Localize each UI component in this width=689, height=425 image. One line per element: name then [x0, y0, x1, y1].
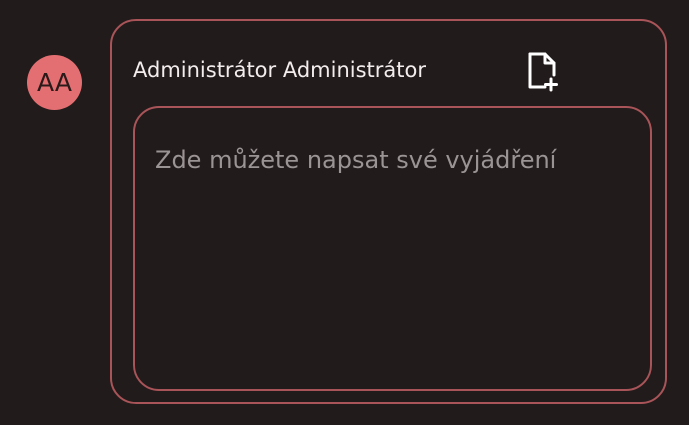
comment-composer: AA Administrátor Administrátor [0, 0, 689, 425]
comment-textarea[interactable] [133, 106, 652, 391]
file-plus-icon [521, 48, 565, 92]
avatar: AA [27, 55, 82, 110]
author-name: Administrátor Administrátor [133, 58, 426, 82]
attach-file-button[interactable] [521, 48, 565, 92]
comment-card: Administrátor Administrátor [110, 19, 667, 404]
